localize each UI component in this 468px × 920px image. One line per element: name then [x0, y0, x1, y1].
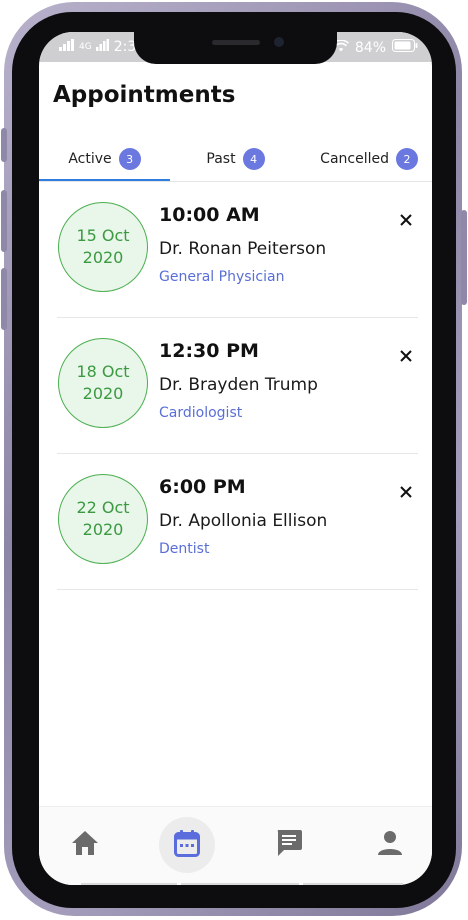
nav-separator [303, 883, 403, 885]
tab-label: Past [206, 151, 236, 167]
close-icon[interactable] [398, 484, 414, 500]
close-icon[interactable] [398, 212, 414, 228]
date-year: 2020 [82, 384, 124, 403]
mute-switch [1, 128, 7, 162]
count-badge: 2 [396, 148, 418, 170]
earpiece-speaker [212, 40, 260, 45]
appointment-time: 6:00 PM [159, 476, 246, 498]
battery-percent: 84% [354, 39, 386, 56]
tab-past[interactable]: Past 4 [170, 137, 301, 181]
date-day: 18 Oct [76, 362, 130, 381]
date-badge: 22 Oct 2020 [58, 474, 148, 564]
doctor-name: Dr. Brayden Trump [159, 375, 318, 395]
date-badge: 18 Oct 2020 [58, 338, 148, 428]
card-divider [57, 589, 418, 590]
power-button [461, 210, 467, 305]
appointment-list: 15 Oct 2020 10:00 AM Dr. Ronan Peiterson… [39, 182, 432, 590]
signal-icon-2 [95, 39, 110, 55]
appointment-time: 12:30 PM [159, 340, 259, 362]
volume-up-button [1, 190, 7, 252]
date-year: 2020 [82, 520, 124, 539]
date-day: 22 Oct [76, 498, 130, 517]
phone-frame: 4G 2:30 84% Appointments Active 3 Past 4… [0, 0, 468, 920]
page-title: Appointments [53, 82, 236, 108]
close-icon[interactable] [398, 348, 414, 364]
doctor-name: Dr. Ronan Peiterson [159, 239, 327, 259]
doctor-specialty: Cardiologist [159, 405, 243, 421]
nav-separator [81, 883, 177, 885]
app-screen: 4G 2:30 84% Appointments Active 3 Past 4… [39, 32, 432, 885]
nav-profile[interactable] [362, 817, 418, 873]
bottom-nav [39, 806, 432, 885]
doctor-specialty: Dentist [159, 541, 210, 557]
nav-calendar[interactable] [159, 817, 215, 873]
network-type: 4G [79, 42, 92, 52]
tab-cancelled[interactable]: Cancelled 2 [301, 137, 432, 181]
doctor-name: Dr. Apollonia Ellison [159, 511, 328, 531]
nav-home[interactable] [57, 817, 113, 873]
date-badge: 15 Oct 2020 [58, 202, 148, 292]
count-badge: 3 [118, 148, 141, 170]
person-icon [377, 830, 403, 860]
volume-down-button [1, 268, 7, 330]
date-day: 15 Oct [76, 226, 130, 245]
calendar-icon [174, 829, 200, 861]
phone-notch [134, 32, 337, 64]
tab-label: Active [68, 151, 112, 167]
home-icon [71, 830, 99, 860]
count-badge: 4 [242, 148, 265, 170]
date-year: 2020 [82, 248, 124, 267]
appointment-card[interactable]: 22 Oct 2020 6:00 PM Dr. Apollonia Elliso… [39, 454, 432, 590]
nav-messages[interactable] [261, 817, 317, 873]
front-camera [274, 37, 284, 47]
tab-label: Cancelled [320, 151, 389, 167]
appointment-time: 10:00 AM [159, 204, 260, 226]
appointment-tabs: Active 3 Past 4 Cancelled 2 [39, 137, 432, 182]
message-icon [275, 829, 303, 861]
battery-icon [392, 39, 418, 56]
appointment-card[interactable]: 15 Oct 2020 10:00 AM Dr. Ronan Peiterson… [39, 182, 432, 318]
signal-icon [59, 39, 75, 55]
appointment-card[interactable]: 18 Oct 2020 12:30 PM Dr. Brayden Trump C… [39, 318, 432, 454]
doctor-specialty: General Physician [159, 269, 285, 285]
nav-separator [181, 883, 299, 885]
tab-active[interactable]: Active 3 [39, 137, 170, 181]
active-tab-indicator [39, 179, 170, 181]
